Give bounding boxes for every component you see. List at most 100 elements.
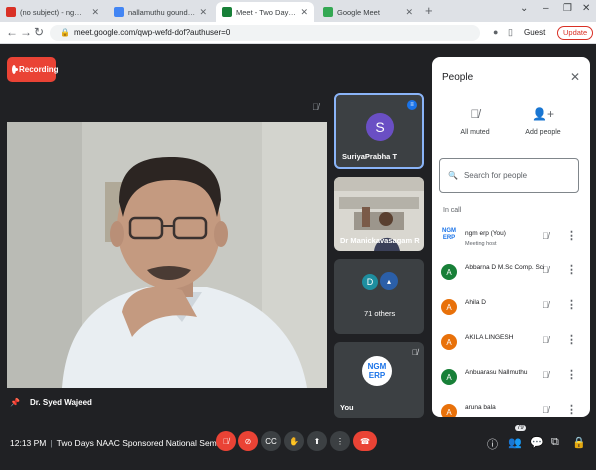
chat-icon[interactable]: 💬: [530, 436, 544, 449]
participant-name: aruna bala: [465, 404, 496, 411]
avatar: D: [362, 274, 378, 290]
browser-tab-search[interactable]: nallamuthu gounder mahalingam ✕: [108, 2, 213, 22]
participant-row[interactable]: A aruna bala 🎙̸ ⋮: [439, 398, 584, 417]
maximize-icon[interactable]: ❐: [563, 3, 572, 14]
speaker-video-frame: [7, 122, 327, 388]
participant-name: Abbarna D M.Sc Comp. Sci: [465, 264, 545, 271]
more-vert-icon: ⋮: [336, 436, 344, 446]
more-options-icon[interactable]: ⋮: [566, 333, 577, 346]
google-icon: [114, 7, 124, 17]
hang-up-icon: ☎: [360, 436, 370, 446]
tab-title: Meet - Two Days NAAC Spo: [236, 7, 296, 17]
clock-time: 12:13 PM: [10, 438, 47, 448]
record-icon: [12, 65, 18, 74]
tile-name: You: [340, 403, 354, 412]
browser-tab-meet-active[interactable]: Meet - Two Days NAAC Spo ✕: [216, 2, 314, 22]
in-call-section-label: In call: [443, 207, 462, 214]
leave-call-button[interactable]: ☎: [353, 431, 377, 451]
present-button[interactable]: ⬆: [307, 431, 327, 451]
close-icon[interactable]: ✕: [570, 70, 580, 84]
mic-off-icon[interactable]: 🎙̸: [542, 231, 549, 241]
forward-icon[interactable]: →: [20, 25, 32, 39]
tile-name: 71 others: [364, 309, 396, 318]
meeting-title: Two Days NAAC Sponsored National Semi...: [56, 438, 226, 448]
close-tab-icon[interactable]: ✕: [199, 7, 207, 18]
mic-off-icon[interactable]: 🎙̸: [542, 335, 549, 345]
avatar: A: [441, 369, 457, 385]
present-icon: ⬆: [313, 436, 321, 446]
camera-toggle-button[interactable]: ⊘: [238, 431, 258, 451]
meeting-info: 12:13 PM | Two Days NAAC Sponsored Nationa…: [10, 438, 226, 448]
participant-row[interactable]: A Abbarna D M.Sc Comp. Sci 🎙̸ ⋮: [439, 258, 584, 288]
more-options-icon[interactable]: ⋮: [566, 403, 577, 416]
avatar: A: [441, 334, 457, 350]
side-panel-icon[interactable]: ▯: [508, 27, 513, 38]
participant-row[interactable]: A Ahila D 🎙̸ ⋮: [439, 293, 584, 323]
people-panel: People ✕ 🎙̸ All muted 👤+ Add people 🔍 Se…: [432, 57, 590, 417]
url-field[interactable]: 🔒 meet.google.com/qwp-wefd-dof?authuser=0: [50, 25, 480, 41]
mic-off-icon: 🎙̸: [223, 436, 229, 446]
main-speaker-video[interactable]: [7, 122, 327, 388]
more-options-button[interactable]: ⋮: [330, 431, 350, 451]
more-options-icon[interactable]: ⋮: [566, 229, 577, 242]
ngm-erp-avatar: NGM ERP: [362, 356, 392, 386]
participant-tile-self[interactable]: NGM ERP 🎙̸ You: [334, 342, 424, 418]
mic-off-icon[interactable]: 🎙̸: [542, 370, 549, 380]
profile-guest[interactable]: Guest: [524, 28, 545, 37]
participant-row[interactable]: A AKILA LINGESH 🎙̸ ⋮: [439, 328, 584, 358]
info-icon[interactable]: ⓘ: [487, 436, 498, 452]
search-input[interactable]: 🔍 Search for people: [439, 158, 579, 193]
avatar: A: [441, 404, 457, 417]
reload-icon[interactable]: ↻: [34, 25, 44, 39]
camera-in-use-icon[interactable]: ●: [493, 27, 498, 37]
avatar: A: [441, 299, 457, 315]
activities-icon[interactable]: ⧉: [551, 436, 559, 449]
add-person-icon: 👤+: [532, 107, 554, 121]
close-tab-icon[interactable]: ✕: [300, 7, 308, 18]
participant-row-self[interactable]: NGM ERP ngm erp (You) Meeting host 🎙̸ ⋮: [439, 224, 584, 254]
close-tab-icon[interactable]: ✕: [91, 7, 99, 18]
more-options-icon[interactable]: ⋮: [566, 298, 577, 311]
avatar: A: [441, 264, 457, 280]
browser-tab-strip: (no subject) - ngmerp@ngmc.or ✕ nallamut…: [0, 0, 596, 22]
participant-tile-others[interactable]: D ▴ 71 others: [334, 259, 424, 334]
participant-tile-suriyaprabha[interactable]: S ≡ SuriyaPrabha T: [334, 93, 424, 169]
camera-off-icon: ⊘: [244, 436, 252, 446]
people-icon[interactable]: 👥: [508, 436, 522, 449]
browser-tab-google-meet[interactable]: Google Meet ✕: [317, 2, 419, 22]
more-options-icon[interactable]: ⋮: [566, 263, 577, 276]
avatar-photo: ▴: [380, 272, 398, 290]
more-options-icon[interactable]: ⋮: [566, 368, 577, 381]
pin-icon[interactable]: 📌: [10, 398, 20, 407]
window-close-icon[interactable]: ✕: [582, 3, 590, 14]
captions-button[interactable]: CC: [261, 431, 281, 451]
captions-icon: CC: [265, 436, 277, 446]
mic-off-icon[interactable]: 🎙̸: [542, 265, 549, 275]
muted-mic-icon: 🎙̸: [412, 348, 418, 357]
add-people-button[interactable]: 👤+ Add people: [513, 107, 573, 136]
new-tab-icon[interactable]: +: [425, 3, 433, 18]
participant-tile-manickavasagam[interactable]: Dr Manickavasagam R: [334, 177, 424, 251]
minimize-icon[interactable]: –: [543, 3, 549, 14]
tile-name: Dr Manickavasagam R: [340, 236, 420, 245]
mute-all-button[interactable]: 🎙̸ All muted: [445, 107, 505, 136]
mic-off-icon[interactable]: 🎙̸: [542, 405, 549, 415]
back-icon[interactable]: ←: [6, 25, 18, 39]
raise-hand-button[interactable]: ✋: [284, 431, 304, 451]
participant-row[interactable]: A Anbuarasu Nallmuthu 🎙̸ ⋮: [439, 363, 584, 393]
participant-name: ngm erp (You): [465, 230, 506, 237]
host-controls-icon[interactable]: 🔒: [572, 436, 586, 449]
tab-search-icon[interactable]: ⌄: [520, 3, 528, 14]
mic-toggle-button[interactable]: 🎙̸: [216, 431, 236, 451]
recording-indicator[interactable]: Recording: [7, 57, 59, 82]
ngm-erp-avatar: NGM ERP: [442, 228, 456, 241]
update-button[interactable]: Update: [557, 26, 594, 40]
divider: |: [50, 438, 53, 448]
logo-text-bottom: ERP: [368, 371, 386, 380]
mic-off-icon[interactable]: 🎙̸: [542, 300, 549, 310]
muted-mic-icon: 🎙̸: [312, 102, 319, 112]
browser-tab-gmail[interactable]: (no subject) - ngmerp@ngmc.or ✕: [0, 2, 105, 22]
hand-icon: ✋: [289, 436, 299, 446]
close-tab-icon[interactable]: ✕: [405, 7, 413, 18]
tab-title: nallamuthu gounder mahalingam: [128, 7, 195, 17]
